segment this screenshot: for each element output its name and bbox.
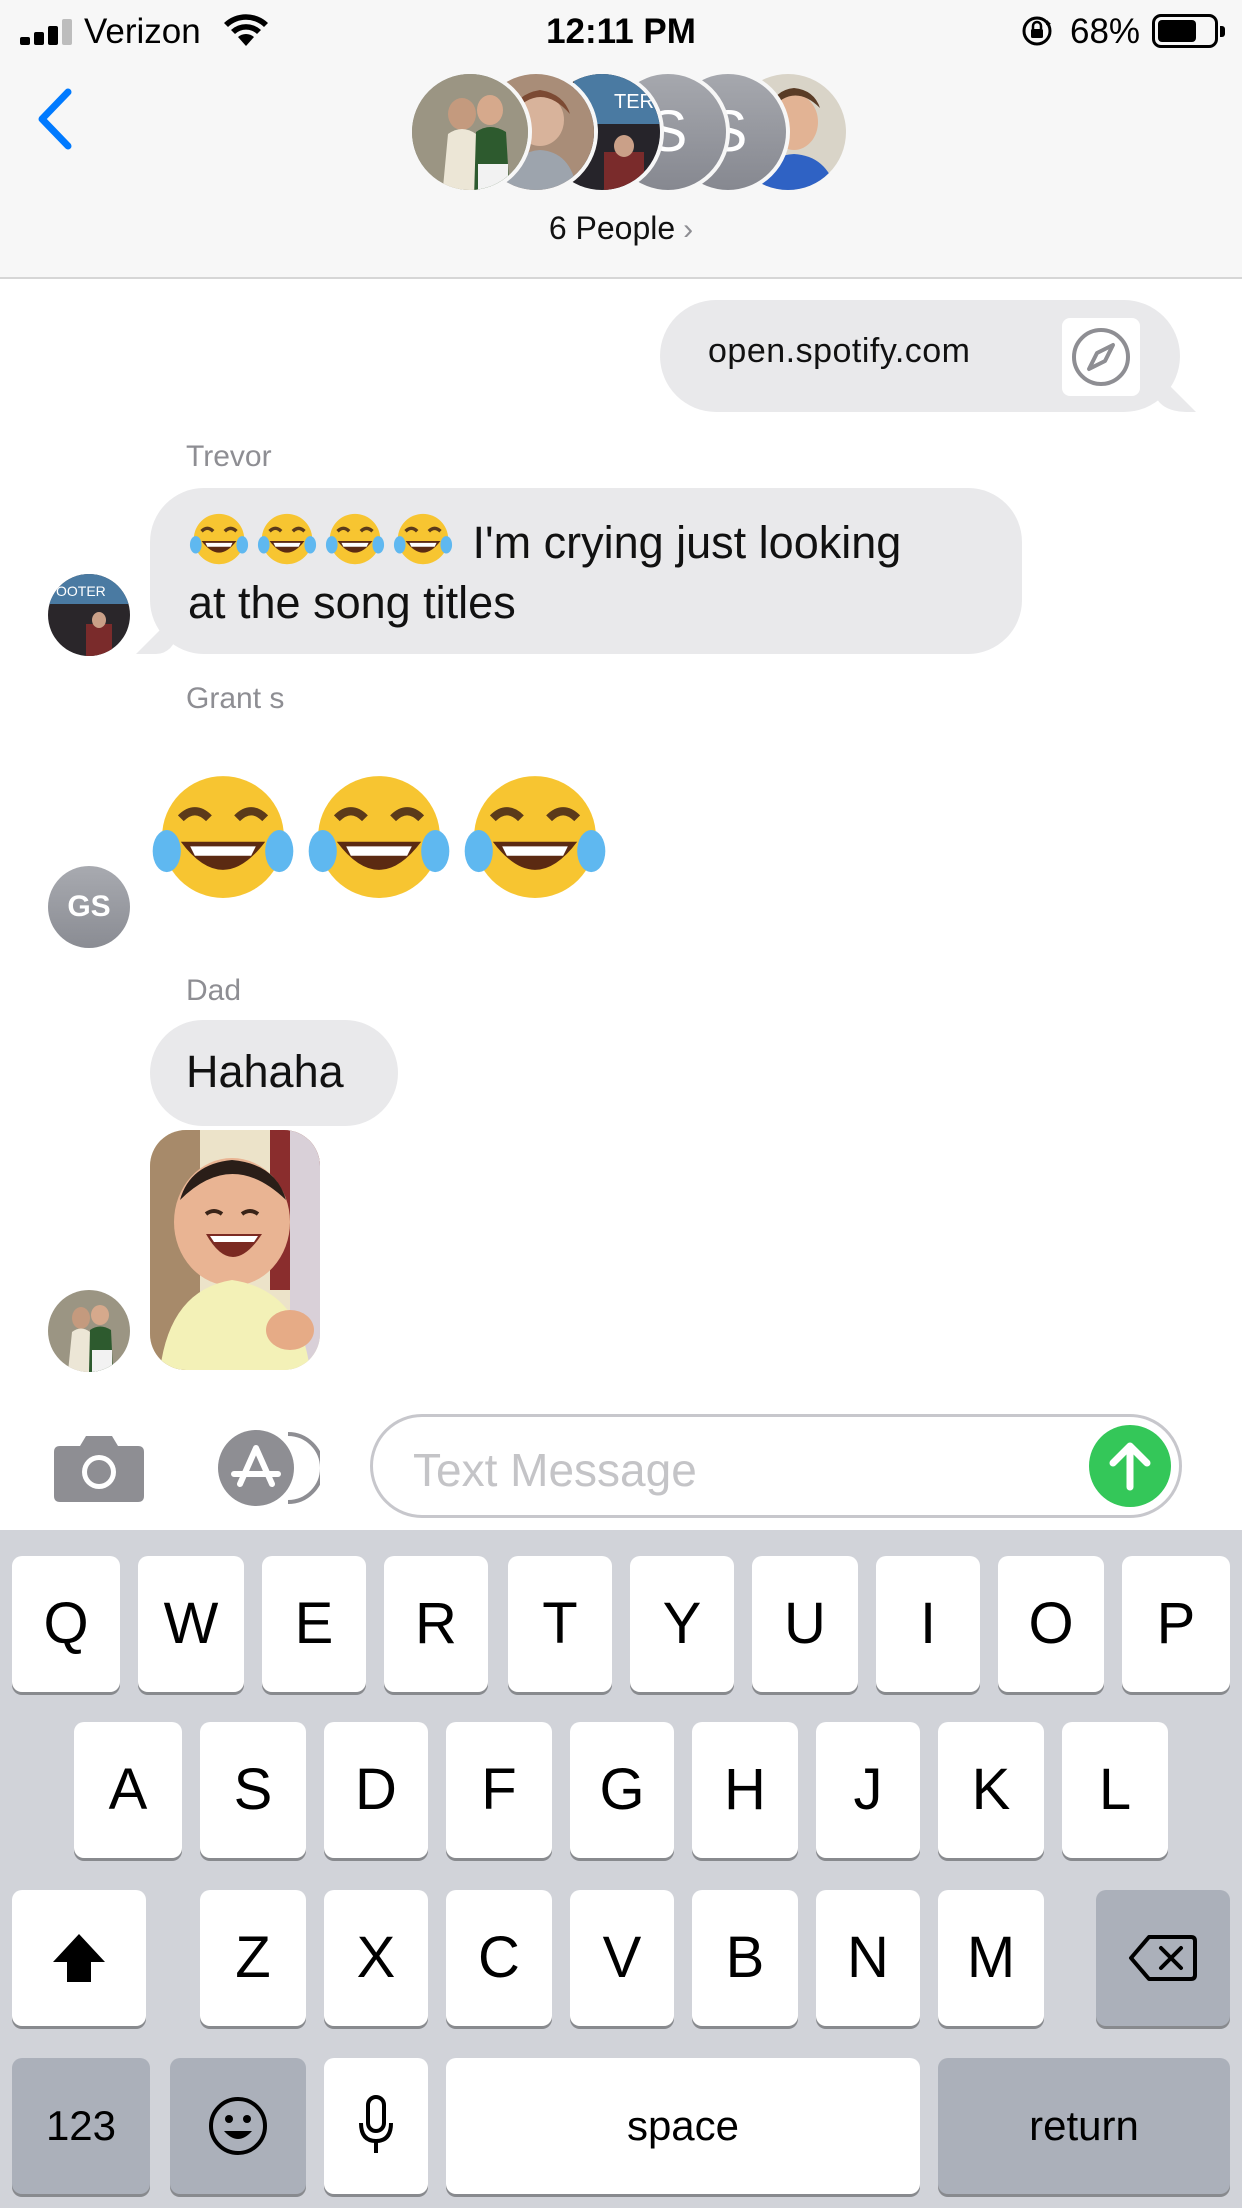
emoji-tears-of-joy-icon: [464, 776, 606, 898]
key-l[interactable]: L: [1062, 1722, 1168, 1858]
shift-icon: [53, 1934, 105, 1982]
message-line: at the song titles: [188, 577, 516, 628]
group-details-link[interactable]: 6 People ›: [0, 210, 1242, 247]
keyboard: Q W E R T Y U I O P A S D F G H J K L Z …: [0, 1530, 1242, 2208]
key-t[interactable]: T: [508, 1556, 612, 1692]
key-f[interactable]: F: [446, 1722, 552, 1858]
key-s[interactable]: S: [200, 1722, 306, 1858]
microphone-icon: [359, 2095, 393, 2153]
key-j[interactable]: J: [816, 1722, 920, 1858]
key-h[interactable]: H: [692, 1722, 798, 1858]
emoji-key[interactable]: [170, 2058, 306, 2194]
app-store-icon[interactable]: [210, 1428, 320, 1508]
key-e[interactable]: E: [262, 1556, 366, 1692]
arrow-up-icon: [1109, 1442, 1151, 1491]
message-text-field[interactable]: Text Message: [370, 1414, 1182, 1518]
back-chevron-icon[interactable]: [30, 84, 80, 154]
message-text: Hahaha: [186, 1046, 344, 1097]
numbers-key[interactable]: 123: [12, 2058, 150, 2194]
avatar: GS: [48, 866, 130, 948]
group-avatars[interactable]: TER S S: [408, 70, 850, 194]
rotation-lock-icon: [1022, 16, 1052, 46]
emoji-tears-of-joy-icon: [188, 513, 473, 568]
link-preview-bubble[interactable]: open.spotify.com: [660, 300, 1196, 412]
dictation-key[interactable]: [324, 2058, 428, 2194]
link-url: open.spotify.com: [708, 332, 971, 370]
key-k[interactable]: K: [938, 1722, 1044, 1858]
compass-icon: [1062, 318, 1140, 396]
key-n[interactable]: N: [816, 1890, 920, 2026]
laughing-baby-gif[interactable]: [150, 1130, 320, 1370]
backspace-icon: [1129, 1935, 1197, 1981]
key-m[interactable]: M: [938, 1890, 1044, 2026]
svg-text:TER: TER: [614, 91, 654, 113]
key-p[interactable]: P: [1122, 1556, 1230, 1692]
status-time: 12:11 PM: [546, 12, 696, 51]
svg-text:OOTER: OOTER: [56, 583, 106, 599]
delete-key[interactable]: [1096, 1890, 1230, 2026]
message-input-bar: Text Message: [0, 1392, 1242, 1530]
battery-percentage: 68%: [1070, 12, 1141, 51]
emoji-tears-of-joy-icon: [152, 776, 294, 898]
key-a[interactable]: A: [74, 1722, 182, 1858]
send-button[interactable]: [1089, 1425, 1171, 1507]
key-b[interactable]: B: [692, 1890, 798, 2026]
key-r[interactable]: R: [384, 1556, 488, 1692]
sender-name: Trevor: [186, 440, 272, 473]
key-u[interactable]: U: [752, 1556, 858, 1692]
message-line: I'm crying just looking: [472, 517, 902, 568]
smiley-icon: [209, 2097, 267, 2155]
camera-icon[interactable]: [52, 1432, 146, 1504]
sender-name: Dad: [186, 974, 242, 1007]
key-g[interactable]: G: [570, 1722, 674, 1858]
key-d[interactable]: D: [324, 1722, 428, 1858]
key-c[interactable]: C: [446, 1890, 552, 2026]
return-key[interactable]: return: [938, 2058, 1230, 2194]
space-key[interactable]: space: [446, 2058, 920, 2194]
key-q[interactable]: Q: [12, 1556, 120, 1692]
shift-key[interactable]: [12, 1890, 146, 2026]
message-text: I'm crying just looking at the song titl…: [188, 508, 901, 633]
message-placeholder: Text Message: [413, 1444, 697, 1496]
key-w[interactable]: W: [138, 1556, 244, 1692]
message-bubble[interactable]: I'm crying just looking at the song titl…: [136, 488, 1022, 654]
group-label: 6 People: [548, 210, 676, 246]
avatar: [408, 70, 532, 194]
conversation-header: Verizon 12:11 PM 68% TER S S: [0, 0, 1242, 279]
emoji-tears-of-joy-icon: [308, 776, 450, 898]
battery-icon: [1152, 14, 1225, 48]
avatar: [48, 1290, 130, 1372]
key-v[interactable]: V: [570, 1890, 674, 2026]
message-bubble[interactable]: Hahaha: [150, 1020, 398, 1126]
sender-name: Grant s: [186, 682, 285, 715]
key-y[interactable]: Y: [630, 1556, 734, 1692]
key-o[interactable]: O: [998, 1556, 1104, 1692]
avatar: OOTER: [48, 574, 130, 656]
status-bar: Verizon 12:11 PM 68%: [0, 0, 1242, 60]
key-x[interactable]: X: [324, 1890, 428, 2026]
chevron-right-icon: ›: [683, 213, 694, 246]
key-i[interactable]: I: [876, 1556, 980, 1692]
key-z[interactable]: Z: [200, 1890, 306, 2026]
